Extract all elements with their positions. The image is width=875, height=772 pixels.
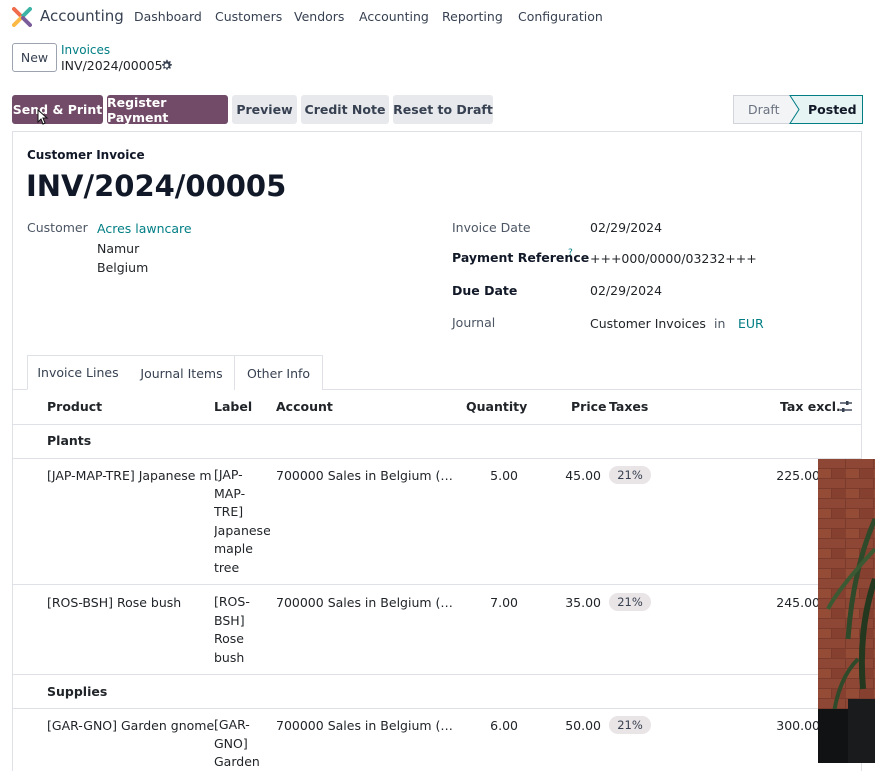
col-label[interactable]: Label (214, 399, 252, 414)
reset-draft-button[interactable]: Reset to Draft (393, 95, 493, 124)
journal-field[interactable]: Customer Invoices (590, 316, 706, 331)
doc-type: Customer Invoice (27, 148, 145, 162)
tab-invoice-lines[interactable]: Invoice Lines (27, 355, 129, 390)
row-divider (13, 674, 862, 675)
invoice-date-label: Invoice Date (452, 220, 531, 235)
row-quantity[interactable]: 5.00 (470, 468, 518, 483)
row-divider (13, 458, 862, 459)
journal-in-label: in (714, 316, 726, 331)
customer-name-link[interactable]: Acres lawncare (97, 221, 192, 236)
row-label[interactable]: [GAR- GNO] Garden (214, 716, 270, 772)
row-product[interactable]: [ROS-BSH] Rose bush (47, 595, 181, 610)
col-taxes[interactable]: Taxes (609, 399, 648, 414)
new-button[interactable]: New (12, 43, 57, 72)
col-quantity[interactable]: Quantity (466, 399, 527, 414)
app-name[interactable]: Accounting (40, 7, 124, 25)
header-divider (13, 424, 862, 425)
customer-city: Namur (97, 241, 140, 256)
row-divider (13, 708, 862, 709)
invoice-number: INV/2024/00005 (26, 169, 287, 203)
section-supplies[interactable]: Supplies (47, 684, 107, 699)
col-account[interactable]: Account (276, 399, 333, 414)
row-quantity[interactable]: 6.00 (470, 718, 518, 733)
breadcrumb-invoices[interactable]: Invoices (61, 43, 110, 57)
col-price[interactable]: Price (571, 399, 607, 414)
optional-columns-icon[interactable] (839, 400, 853, 413)
row-account[interactable]: 700000 Sales in Belgium (… (276, 718, 453, 733)
row-price[interactable]: 45.00 (556, 468, 601, 483)
register-payment-button[interactable]: Register Payment (107, 95, 228, 125)
row-price[interactable]: 50.00 (556, 718, 601, 733)
tab-journal-items[interactable]: Journal Items (128, 355, 235, 390)
row-subtotal: 245.00 (776, 595, 820, 610)
customer-label: Customer (27, 220, 88, 235)
due-date-field[interactable]: 02/29/2024 (590, 283, 662, 298)
menu-customers[interactable]: Customers (215, 9, 282, 24)
col-product[interactable]: Product (47, 399, 102, 414)
preview-button[interactable]: Preview (232, 95, 297, 124)
background-photo (818, 459, 875, 763)
send-print-button[interactable]: Send & Print (12, 95, 103, 124)
tab-other-info[interactable]: Other Info (234, 355, 323, 390)
menu-accounting[interactable]: Accounting (359, 9, 429, 24)
odoo-logo-icon[interactable] (12, 7, 32, 27)
row-price[interactable]: 35.00 (556, 595, 601, 610)
row-divider (13, 584, 862, 585)
row-subtotal: 300.00 (776, 718, 820, 733)
menu-vendors[interactable]: Vendors (294, 9, 344, 24)
row-label[interactable]: [ROS- BSH] Rose bush (214, 593, 270, 667)
row-subtotal: 225.00 (776, 468, 820, 483)
menu-configuration[interactable]: Configuration (518, 9, 603, 24)
currency-link[interactable]: EUR (738, 316, 764, 331)
status-draft[interactable]: Draft (748, 102, 780, 117)
menu-dashboard[interactable]: Dashboard (134, 9, 202, 24)
row-product[interactable]: [JAP-MAP-TRE] Japanese maple tree (47, 468, 211, 483)
section-plants[interactable]: Plants (47, 433, 91, 448)
tax-badge[interactable]: 21% (609, 593, 651, 611)
help-tooltip-icon[interactable]: ? (568, 248, 573, 258)
row-account[interactable]: 700000 Sales in Belgium (… (276, 595, 453, 610)
credit-note-button[interactable]: Credit Note (301, 95, 389, 124)
menu-reporting[interactable]: Reporting (442, 9, 503, 24)
col-tax-excl[interactable]: Tax excl. (780, 399, 841, 414)
due-date-label: Due Date (452, 283, 518, 298)
mouse-cursor-icon (37, 109, 49, 125)
payment-reference-field[interactable]: +++000/0000/03232+++ (590, 251, 757, 266)
tax-badge[interactable]: 21% (609, 466, 651, 484)
breadcrumb-current: INV/2024/00005 (61, 58, 163, 73)
top-navbar: Accounting Dashboard Customers Vendors A… (0, 0, 875, 34)
tax-badge[interactable]: 21% (609, 716, 651, 734)
gear-icon[interactable] (160, 59, 173, 72)
journal-label: Journal (452, 315, 496, 330)
status-posted[interactable]: Posted (808, 102, 857, 117)
row-product[interactable]: [GAR-GNO] Garden gnome (47, 718, 214, 733)
customer-country: Belgium (97, 260, 149, 275)
row-label[interactable]: [JAP- MAP- TRE] Japanese maple tree (214, 466, 270, 577)
row-quantity[interactable]: 7.00 (470, 595, 518, 610)
row-account[interactable]: 700000 Sales in Belgium (… (276, 468, 453, 483)
invoice-date-field[interactable]: 02/29/2024 (590, 220, 662, 235)
